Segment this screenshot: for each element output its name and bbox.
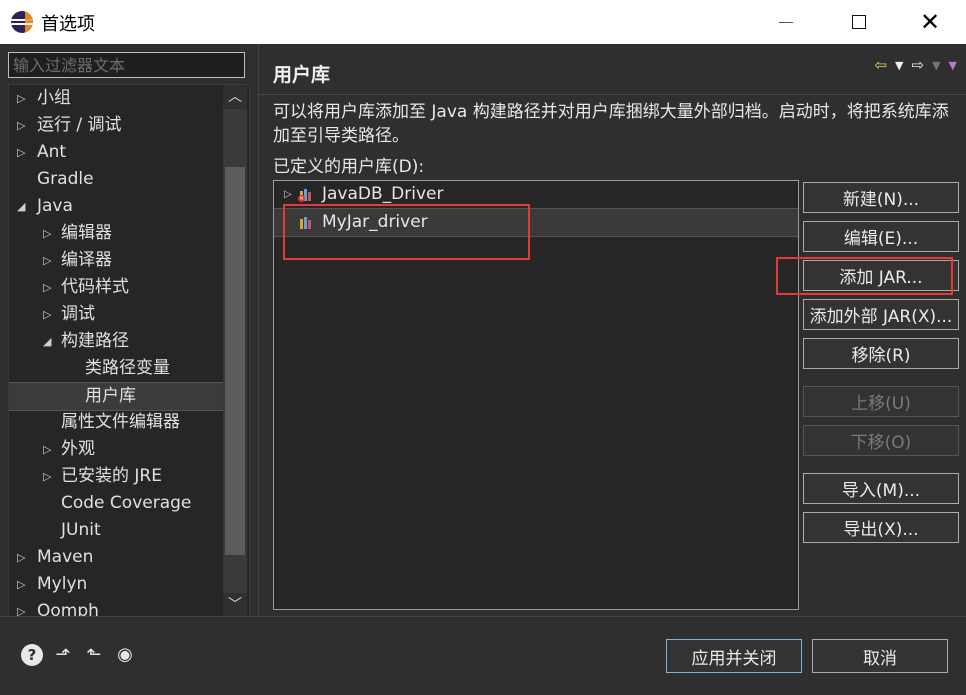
maximize-button[interactable] — [823, 0, 895, 44]
tree-item-label: 属性文件编辑器 — [61, 412, 180, 432]
expand-icon[interactable]: ▷ — [43, 220, 51, 247]
tree-item-label: Ant — [37, 142, 67, 162]
collapse-icon[interactable]: ◢ — [43, 328, 51, 355]
tree-item-ant[interactable]: ▷ Ant — [9, 139, 223, 166]
tree-item-label: 编译器 — [61, 250, 112, 270]
eclipse-icon — [11, 11, 33, 33]
expand-icon[interactable]: ▷ — [43, 301, 51, 328]
tree-item-label: 用户库 — [85, 386, 136, 406]
tree-item-compiler[interactable]: ▷ 编译器 — [9, 247, 223, 274]
close-button[interactable]: ✕ — [894, 0, 966, 44]
tree-item-label: 类路径变量 — [85, 358, 170, 378]
import-button[interactable]: 导入(M)... — [803, 473, 959, 504]
tree-item-label: 代码样式 — [61, 277, 129, 297]
expand-icon[interactable]: ▷ — [17, 112, 25, 139]
tree-item-classpath-variables[interactable]: 类路径变量 — [9, 355, 223, 382]
move-up-button[interactable]: 上移(U) — [803, 386, 959, 417]
error-icon: × — [298, 195, 305, 202]
tree-item-label: 调试 — [61, 304, 95, 324]
highlight-annotation — [776, 257, 953, 295]
tree-item-java[interactable]: ◢ Java — [9, 193, 223, 220]
tree-item-oomph[interactable]: ▷ Oomph — [9, 598, 223, 618]
import-preferences-icon[interactable]: ⬏ — [52, 644, 74, 666]
preference-page: 用户库 ⇦ ▼ ⇨ ▼ ▼ 可以将用户库添加至 Java 构建路径并对用户库捆绑… — [258, 44, 966, 616]
tree-item-label: 编辑器 — [61, 223, 112, 243]
page-title: 用户库 — [273, 64, 331, 86]
tree-item-team[interactable]: ▷ 小组 — [9, 85, 223, 112]
expand-icon[interactable]: ▷ — [17, 571, 25, 598]
tree-item-maven[interactable]: ▷ Maven — [9, 544, 223, 571]
move-down-button[interactable]: 下移(O) — [803, 425, 959, 456]
tree-item-label: 外观 — [61, 439, 95, 459]
close-icon: ✕ — [919, 8, 941, 36]
preferences-nav-panel: ▷ 小组 ▷ 运行 / 调试 ▷ Ant Gradle ◢ Java ▷ 编辑器 ▷ 编译器… — [0, 44, 258, 618]
tree-item-editor[interactable]: ▷ 编辑器 — [9, 220, 223, 247]
tree-item-appearance[interactable]: ▷ 外观 — [9, 436, 223, 463]
help-icon[interactable]: ? — [21, 644, 43, 666]
tree-item-label: 构建路径 — [61, 331, 129, 351]
tree-item-label: 小组 — [37, 88, 71, 108]
defined-libraries-label: 已定义的用户库(D): — [273, 157, 425, 177]
scroll-thumb[interactable] — [225, 167, 245, 555]
add-external-jar-button[interactable]: 添加外部 JAR(X)... — [803, 299, 959, 330]
expand-icon[interactable]: ▷ — [17, 85, 25, 112]
tree-item-label: Gradle — [37, 169, 94, 189]
back-arrow-icon[interactable]: ⇦ — [874, 56, 887, 74]
new-button[interactable]: 新建(N)... — [803, 182, 959, 213]
minimize-button[interactable] — [750, 0, 822, 44]
forward-dropdown-icon[interactable]: ▼ — [932, 59, 940, 72]
expand-icon[interactable]: ▷ — [43, 274, 51, 301]
forward-arrow-icon[interactable]: ⇨ — [911, 56, 924, 74]
page-description: 可以将用户库添加至 Java 构建路径并对用户库捆绑大量外部归档。启动时，将把系… — [273, 102, 949, 146]
minimize-icon — [779, 21, 793, 23]
expand-icon[interactable]: ▷ — [17, 598, 25, 617]
tree-item-label: 运行 / 调试 — [37, 115, 122, 135]
tree-item-build-path[interactable]: ◢ 构建路径 — [9, 328, 223, 355]
oomph-preference-recorder-icon[interactable]: ◉ — [114, 644, 136, 666]
tree-item-label: Code Coverage — [61, 493, 192, 513]
tree-item-junit[interactable]: JUnit — [9, 517, 223, 544]
tree-item-label: Oomph — [37, 601, 99, 618]
cancel-button[interactable]: 取消 — [812, 639, 948, 673]
tree-item-user-libraries[interactable]: 用户库 — [9, 382, 223, 411]
highlight-annotation — [283, 204, 530, 260]
tree-item-code-coverage[interactable]: Code Coverage — [9, 490, 223, 517]
tree-item-mylyn[interactable]: ▷ Mylyn — [9, 571, 223, 598]
expand-icon[interactable]: ▷ — [43, 436, 51, 463]
export-button[interactable]: 导出(X)... — [803, 512, 959, 543]
page-nav: ⇦ ▼ ⇨ ▼ ▼ — [874, 56, 957, 74]
export-preferences-icon[interactable]: ⬑ — [83, 644, 105, 666]
divider — [259, 94, 966, 95]
apply-and-close-button[interactable]: 应用并关闭 — [666, 639, 802, 673]
tree-item-properties-editor[interactable]: 属性文件编辑器 — [9, 409, 223, 436]
tree-item-label: Maven — [37, 547, 94, 567]
window-title: 首选项 — [41, 14, 95, 35]
maximize-icon — [852, 15, 866, 29]
expand-icon[interactable]: ▷ — [17, 139, 25, 166]
back-dropdown-icon[interactable]: ▼ — [895, 59, 903, 72]
scroll-up-icon[interactable]: ︿ — [223, 85, 247, 109]
collapse-icon[interactable]: ◢ — [17, 193, 25, 220]
expand-icon[interactable]: ▷ — [17, 544, 25, 571]
tree-item-code-style[interactable]: ▷ 代码样式 — [9, 274, 223, 301]
tree-scrollbar[interactable]: ︿ ﹀ — [223, 85, 247, 617]
title-bar: 首选项 ✕ — [0, 0, 966, 44]
filter-input[interactable] — [8, 52, 245, 78]
tree-item-label: Java — [37, 196, 73, 216]
view-menu-icon[interactable]: ▼ — [949, 59, 957, 72]
tree-item-debug[interactable]: ▷ 调试 — [9, 301, 223, 328]
preferences-tree: ▷ 小组 ▷ 运行 / 调试 ▷ Ant Gradle ◢ Java ▷ 编辑器 ▷ 编译器… — [8, 84, 250, 618]
expand-icon[interactable]: ▷ — [43, 463, 51, 490]
tree-item-label: 已安装的 JRE — [61, 466, 162, 486]
scroll-down-icon[interactable]: ﹀ — [223, 593, 247, 617]
tree-item-installed-jres[interactable]: ▷ 已安装的 JRE — [9, 463, 223, 490]
tree-item-run-debug[interactable]: ▷ 运行 / 调试 — [9, 112, 223, 139]
dialog-footer: ? ⬏ ⬑ ◉ 应用并关闭 取消 — [0, 616, 966, 695]
tree-item-gradle[interactable]: Gradle — [9, 166, 223, 193]
edit-button[interactable]: 编辑(E)... — [803, 221, 959, 252]
remove-button[interactable]: 移除(R) — [803, 338, 959, 369]
tree-item-label: JUnit — [61, 520, 101, 540]
expand-icon[interactable]: ▷ — [43, 247, 51, 274]
tree-item-label: Mylyn — [37, 574, 88, 594]
